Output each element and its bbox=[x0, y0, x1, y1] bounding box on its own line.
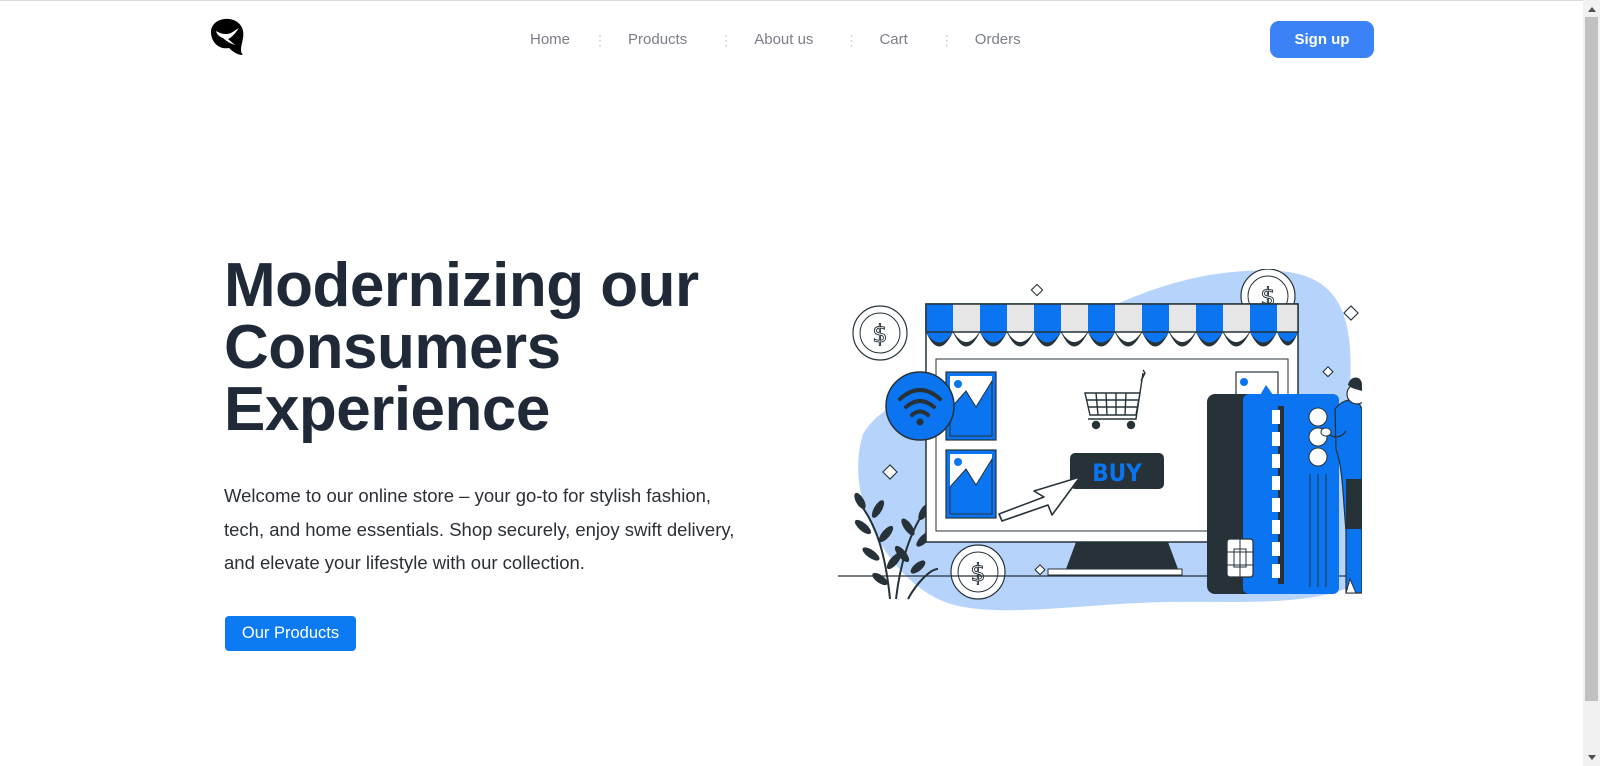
scroll-down-arrow-icon[interactable] bbox=[1583, 750, 1600, 764]
dollar-coin-icon: $ bbox=[852, 305, 908, 361]
nav-separator: ⋮ bbox=[844, 32, 859, 48]
svg-text:$: $ bbox=[970, 559, 985, 587]
nav-orders[interactable]: Orders bbox=[975, 27, 1021, 53]
hero-headline-line: Consumers bbox=[224, 313, 561, 382]
nav-products[interactable]: Products bbox=[628, 27, 687, 53]
nav-separator: ⋮ bbox=[719, 32, 734, 48]
main-nav: Home ⋮ Products ⋮ About us ⋮ Cart ⋮ Orde… bbox=[530, 27, 1021, 53]
buy-button-graphic: BUY bbox=[1070, 453, 1164, 489]
nav-cart[interactable]: Cart bbox=[879, 27, 907, 53]
nav-about-us[interactable]: About us bbox=[754, 27, 813, 53]
scroll-up-arrow-icon[interactable] bbox=[1583, 2, 1600, 16]
wifi-icon bbox=[885, 371, 955, 441]
page: Home ⋮ Products ⋮ About us ⋮ Cart ⋮ Orde… bbox=[0, 0, 1583, 766]
hero-headline-line: Modernizing our bbox=[224, 251, 699, 320]
vertical-scrollbar[interactable] bbox=[1583, 0, 1600, 766]
sign-up-button[interactable]: Sign up bbox=[1270, 21, 1374, 58]
credit-card-icon bbox=[1207, 394, 1339, 594]
hero-headline-line: Experience bbox=[224, 375, 550, 444]
nav-separator: ⋮ bbox=[939, 32, 954, 48]
hero-description: Welcome to our online store – your go-to… bbox=[224, 485, 735, 573]
hero-headline: Modernizing our Consumers Experience bbox=[224, 255, 784, 441]
online-storefront-illustration: $ $ $ BUY bbox=[838, 268, 1368, 621]
image-placeholder-icon bbox=[945, 449, 997, 519]
nav-home[interactable]: Home bbox=[530, 27, 570, 53]
svg-text:$: $ bbox=[872, 320, 887, 348]
dollar-coin-icon: $ bbox=[950, 544, 1006, 600]
brand-logo-icon[interactable] bbox=[209, 18, 247, 56]
scrollbar-thumb[interactable] bbox=[1585, 17, 1598, 701]
nav-separator: ⋮ bbox=[593, 32, 608, 48]
svg-text:BUY: BUY bbox=[1092, 459, 1142, 487]
our-products-button[interactable]: Our Products bbox=[225, 616, 356, 651]
